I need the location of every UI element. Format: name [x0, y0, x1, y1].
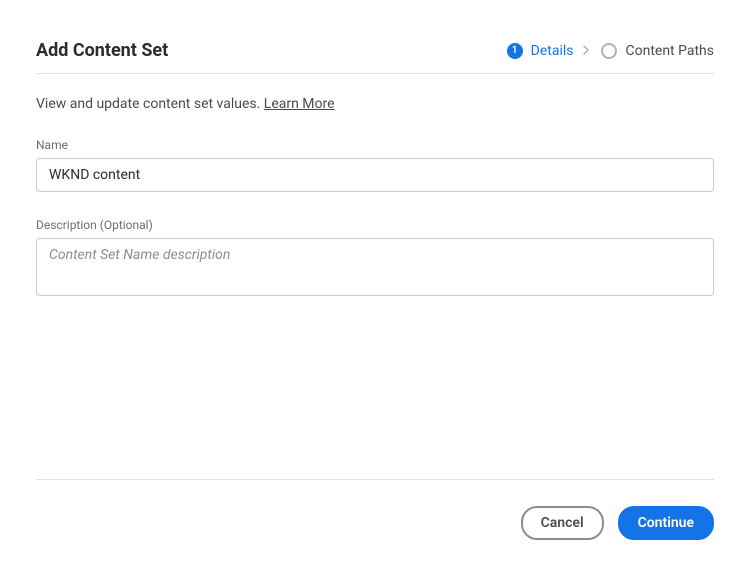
intro-text-content: View and update content set values.: [36, 96, 264, 112]
name-input[interactable]: [36, 158, 714, 192]
description-label: Description (Optional): [36, 218, 714, 232]
chevron-right-icon: [583, 44, 591, 58]
dialog-title: Add Content Set: [36, 40, 168, 61]
step-details[interactable]: 1 Details: [507, 43, 574, 59]
step-content-paths-label: Content Paths: [625, 43, 714, 59]
step-content-paths[interactable]: Content Paths: [601, 43, 714, 59]
continue-button[interactable]: Continue: [618, 506, 714, 540]
learn-more-link[interactable]: Learn More: [264, 96, 335, 112]
dialog-header: Add Content Set 1 Details Content Paths: [36, 40, 714, 74]
step-details-label: Details: [531, 43, 574, 59]
description-field-group: Description (Optional): [36, 218, 714, 300]
cancel-button[interactable]: Cancel: [521, 506, 604, 540]
name-label: Name: [36, 138, 714, 152]
step-number-icon: 1: [507, 43, 523, 59]
add-content-set-dialog: Add Content Set 1 Details Content Paths …: [0, 0, 750, 568]
step-empty-icon: [601, 43, 617, 59]
intro-text: View and update content set values. Lear…: [36, 96, 714, 112]
dialog-footer: Cancel Continue: [36, 479, 714, 540]
name-field-group: Name: [36, 138, 714, 192]
wizard-stepper: 1 Details Content Paths: [507, 43, 714, 59]
description-input[interactable]: [36, 238, 714, 296]
